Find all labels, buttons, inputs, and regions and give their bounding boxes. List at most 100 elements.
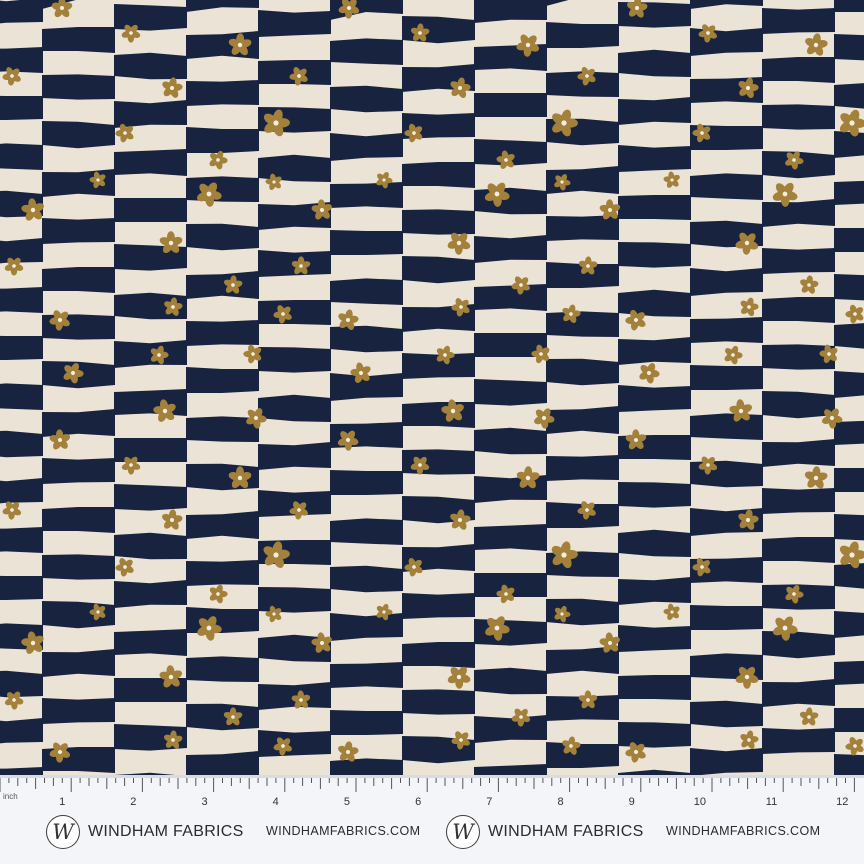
navy-stripe (762, 57, 835, 83)
navy-stripe (186, 127, 259, 153)
navy-stripe (186, 223, 259, 251)
navy-stripe (762, 391, 835, 419)
navy-stripe (330, 565, 403, 593)
navy-stripe (330, 230, 403, 255)
navy-stripe (0, 335, 43, 360)
daisy-icon (740, 297, 759, 317)
navy-stripe (618, 289, 691, 317)
navy-stripe (330, 518, 403, 545)
navy-stripe (186, 703, 259, 731)
navy-stripe (402, 689, 475, 715)
ruler-number: 5 (344, 796, 350, 808)
ruler-number: 9 (629, 796, 635, 808)
navy-stripe (618, 97, 691, 125)
navy-stripe (474, 187, 547, 215)
brand-name: WINDHAM FABRICS (488, 823, 644, 840)
navy-stripe (690, 317, 763, 343)
navy-stripe (834, 660, 864, 685)
navy-stripe (114, 52, 187, 80)
ruler-unit-label: inch (3, 792, 18, 801)
ruler-number: 1 (59, 796, 65, 808)
navy-stripe (402, 642, 475, 668)
navy-stripe (762, 104, 835, 130)
navy-stripe (762, 8, 835, 34)
brand-name: WINDHAM FABRICS (88, 823, 244, 840)
navy-stripe (618, 625, 691, 652)
navy-stripe (330, 613, 403, 641)
navy-stripe (834, 228, 864, 252)
navy-stripe (762, 679, 835, 707)
navy-stripe (0, 767, 43, 775)
navy-stripe (474, 715, 547, 743)
navy-stripe (762, 728, 835, 754)
navy-stripe (114, 198, 187, 222)
ruler-number: 3 (201, 796, 207, 808)
daisy-icon (663, 603, 680, 621)
navy-stripe (618, 337, 691, 365)
navy-stripe (834, 34, 864, 61)
navy-stripe (114, 149, 187, 176)
navy-stripe (0, 527, 43, 553)
navy-stripe (690, 365, 763, 390)
navy-stripe (0, 575, 43, 600)
navy-stripe (546, 406, 619, 434)
navy-stripe (834, 468, 864, 492)
navy-stripe (834, 611, 864, 638)
daisy-icon (162, 509, 183, 530)
navy-stripe (618, 242, 691, 268)
navy-stripe (330, 278, 403, 305)
navy-stripe (690, 268, 763, 296)
navy-stripe (330, 470, 403, 495)
navy-stripe (186, 607, 259, 633)
navy-stripe (402, 162, 475, 188)
navy-stripe (474, 764, 547, 775)
daisy-icon (663, 171, 680, 188)
navy-stripe (474, 427, 547, 455)
navy-stripe (258, 394, 331, 422)
stripe-layer (0, 0, 864, 775)
navy-stripe (834, 514, 864, 541)
navy-stripe (546, 311, 619, 337)
navy-stripe (474, 284, 547, 311)
navy-stripe (42, 409, 115, 437)
navy-stripe (474, 619, 547, 646)
daisy-icon (209, 584, 228, 604)
navy-stripe (546, 0, 619, 6)
navy-stripe (474, 667, 547, 695)
navy-stripe (114, 580, 187, 608)
navy-stripe (618, 529, 691, 557)
navy-stripe (618, 195, 691, 220)
navy-stripe (834, 708, 864, 732)
navy-stripe (42, 121, 115, 149)
ruler-number: 12 (836, 796, 848, 808)
navy-stripe (0, 95, 43, 120)
daisy-icon (740, 730, 759, 749)
navy-stripe (258, 300, 331, 325)
navy-stripe (114, 389, 187, 416)
windham-monogram-icon: W (446, 815, 480, 849)
navy-stripe (186, 0, 259, 12)
navy-stripe (42, 649, 115, 677)
brand-logo-right: W WINDHAM FABRICS (446, 812, 644, 852)
navy-stripe (834, 563, 864, 589)
navy-stripe (0, 383, 43, 410)
navy-stripe (762, 439, 835, 467)
navy-stripe (186, 320, 259, 346)
navy-stripe (330, 710, 403, 735)
navy-stripe (330, 133, 403, 161)
navy-stripe (618, 385, 691, 412)
daisy-icon (805, 33, 828, 56)
navy-stripe (834, 420, 864, 445)
navy-stripe (690, 0, 763, 9)
navy-stripe (258, 10, 331, 37)
navy-stripe (690, 413, 763, 440)
navy-stripe (258, 587, 331, 613)
ruler-number: 11 (766, 796, 777, 808)
navy-stripe (690, 605, 763, 630)
navy-stripe (474, 235, 547, 263)
navy-stripe (114, 629, 187, 656)
navy-stripe (0, 238, 43, 264)
navy-stripe (474, 379, 547, 406)
navy-stripe (330, 662, 403, 688)
navy-stripe (42, 458, 115, 484)
